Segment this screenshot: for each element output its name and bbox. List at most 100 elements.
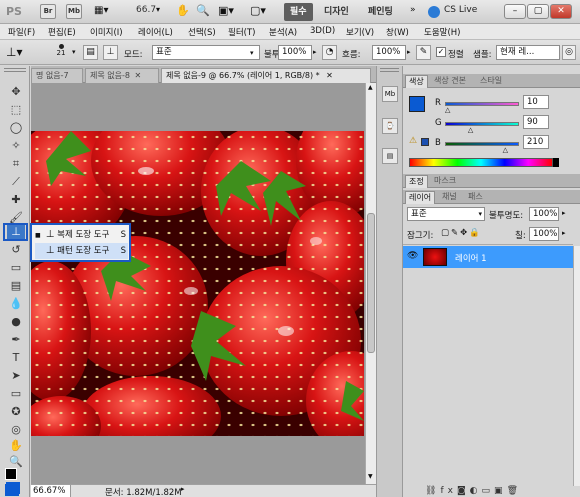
r-slider-handle[interactable]: △ bbox=[445, 106, 450, 114]
chevron-down-icon[interactable]: ▾ bbox=[72, 48, 76, 56]
tab-document-9[interactable]: 제목 없음-9 @ 66.7% (레이어 1, RGB/8) * ✕ bbox=[161, 68, 371, 83]
menu-layer[interactable]: 레이어(L) bbox=[138, 26, 173, 38]
move-tool-icon[interactable]: ✥ bbox=[7, 84, 25, 100]
quick-select-tool-icon[interactable]: ✧ bbox=[7, 138, 25, 154]
layer-row[interactable]: 👁 레이어 1 bbox=[403, 246, 573, 268]
close-icon[interactable]: ✕ bbox=[326, 71, 333, 80]
menu-analysis[interactable]: 분석(A) bbox=[269, 26, 297, 38]
flyout-item-clone-stamp[interactable]: ■ ⊥ 복제 도장 도구 S bbox=[35, 227, 128, 243]
history-brush-tool-icon[interactable]: ↺ bbox=[7, 242, 25, 258]
delete-layer-icon[interactable]: 🗑 bbox=[507, 486, 522, 496]
hand-tool-icon[interactable]: ✋ bbox=[176, 4, 190, 17]
history-panel-icon[interactable]: ⌚ bbox=[382, 118, 398, 134]
menu-file[interactable]: 파일(F) bbox=[8, 26, 35, 38]
zoom-level-select[interactable]: 66.7 bbox=[136, 5, 156, 15]
minimize-button[interactable]: – bbox=[504, 4, 526, 19]
document-image-strawberries[interactable] bbox=[31, 131, 364, 436]
adjustment-layer-icon[interactable]: ◐ bbox=[470, 486, 482, 496]
mode-select[interactable]: 표준 bbox=[152, 45, 260, 60]
dock-grip[interactable] bbox=[380, 68, 399, 72]
sample-select[interactable]: 현재 레... bbox=[496, 45, 560, 60]
3d-rotate-tool-icon[interactable]: ✪ bbox=[7, 404, 25, 420]
toggle-clone-source-icon[interactable]: ⊥ bbox=[103, 45, 118, 60]
brush-preset-picker[interactable]: 21 bbox=[52, 42, 70, 62]
lasso-tool-icon[interactable]: ◯ bbox=[7, 120, 25, 136]
flyout-item-pattern-stamp[interactable]: ⊥ 패턴 도장 도구 S bbox=[35, 243, 128, 259]
workspace-design-button[interactable]: 디자인 bbox=[318, 3, 355, 21]
color-spectrum-ramp[interactable] bbox=[409, 158, 553, 167]
aligned-checkbox[interactable]: ✓ bbox=[436, 47, 446, 57]
close-button[interactable]: ✕ bbox=[550, 4, 572, 19]
airbrush-icon[interactable]: ✎ bbox=[416, 45, 431, 60]
r-value-input[interactable]: 10 bbox=[523, 95, 549, 109]
blend-mode-select[interactable]: 표준 ▾ bbox=[407, 207, 485, 221]
link-layers-icon[interactable]: ⛓ bbox=[425, 486, 440, 496]
layers-scrollbar[interactable] bbox=[573, 246, 580, 486]
pen-tool-icon[interactable]: ✒ bbox=[7, 332, 25, 348]
status-menu-arrow-icon[interactable]: ▸ bbox=[181, 485, 185, 493]
fill-input[interactable]: 100% bbox=[529, 227, 559, 241]
arrange-documents-icon[interactable]: ▣▾ bbox=[218, 4, 234, 17]
opacity-input[interactable]: 100% bbox=[278, 45, 312, 60]
menu-edit[interactable]: 편집(E) bbox=[48, 26, 76, 38]
layer-style-icon[interactable]: fx bbox=[440, 486, 457, 496]
menu-image[interactable]: 이미지(I) bbox=[90, 26, 123, 38]
lock-options-icons[interactable]: ▢✎✥🔒 bbox=[441, 228, 482, 238]
new-layer-icon[interactable]: ▣ bbox=[494, 486, 507, 496]
foreground-color-swatch[interactable] bbox=[409, 96, 425, 112]
tab-paths[interactable]: 패스 bbox=[465, 191, 486, 204]
g-value-input[interactable]: 90 bbox=[523, 115, 549, 129]
g-slider[interactable] bbox=[445, 122, 519, 126]
clone-stamp-preset-icon[interactable]: ⊥▾ bbox=[6, 45, 22, 59]
tab-channels[interactable]: 채널 bbox=[439, 191, 460, 204]
foreground-color-swatch[interactable] bbox=[5, 468, 17, 480]
crop-tool-icon[interactable]: ⌗ bbox=[7, 156, 25, 172]
zoom-tool-icon[interactable]: 🔍 bbox=[196, 4, 210, 17]
tab-adjustments[interactable]: 조정 bbox=[405, 175, 428, 188]
flow-input[interactable]: 100% bbox=[372, 45, 406, 60]
shape-tool-icon[interactable]: ▭ bbox=[7, 386, 25, 402]
launch-minibridge-button[interactable]: Mb bbox=[66, 4, 82, 19]
type-tool-icon[interactable]: T bbox=[7, 350, 25, 366]
minibridge-panel-icon[interactable]: Mb bbox=[382, 86, 398, 102]
ignore-adjustment-layers-icon[interactable]: ◎ bbox=[562, 45, 576, 60]
dodge-tool-icon[interactable]: ● bbox=[7, 314, 25, 330]
new-group-icon[interactable]: ▭ bbox=[482, 486, 495, 496]
menu-select[interactable]: 선택(S) bbox=[188, 26, 216, 38]
tab-color[interactable]: 색상 bbox=[405, 75, 428, 88]
b-value-input[interactable]: 210 bbox=[523, 135, 549, 149]
out-of-gamut-warning-icon[interactable]: ⚠ bbox=[409, 136, 417, 146]
chevron-down-icon[interactable]: ▾ bbox=[156, 5, 160, 14]
menu-filter[interactable]: 필터(T) bbox=[228, 26, 255, 38]
eraser-tool-icon[interactable]: ▭ bbox=[7, 260, 25, 276]
toolbox-grip[interactable] bbox=[4, 68, 26, 72]
layer-name[interactable]: 레이어 1 bbox=[455, 252, 487, 264]
view-extras-icon[interactable]: ▦▾ bbox=[94, 5, 108, 16]
menu-help[interactable]: 도움말(H) bbox=[424, 26, 460, 38]
tab-swatches[interactable]: 색상 견본 bbox=[431, 75, 469, 88]
screen-mode-icon[interactable]: ▢▾ bbox=[250, 4, 266, 17]
zoom-status-field[interactable]: 66.67% bbox=[31, 485, 71, 497]
3d-orbit-tool-icon[interactable]: ◎ bbox=[7, 422, 25, 438]
r-slider[interactable] bbox=[445, 102, 519, 106]
scroll-down-icon[interactable]: ▼ bbox=[368, 473, 373, 480]
properties-panel-icon[interactable]: ▤ bbox=[382, 148, 398, 164]
tab-layers[interactable]: 레이어 bbox=[405, 191, 436, 204]
eyedropper-tool-icon[interactable]: ⟋ bbox=[7, 174, 25, 190]
tab-document-8[interactable]: 제목 없음-8 ✕ bbox=[85, 68, 159, 83]
menu-view[interactable]: 보기(V) bbox=[346, 26, 374, 38]
fill-arrow-icon[interactable]: ▸ bbox=[562, 229, 566, 237]
more-workspaces-icon[interactable]: » bbox=[410, 5, 416, 15]
change-screen-mode-icon[interactable] bbox=[5, 484, 19, 496]
hand-tool-icon[interactable]: ✋ bbox=[7, 438, 25, 454]
add-mask-icon[interactable]: ◙ bbox=[457, 486, 470, 496]
workspace-essentials-button[interactable]: 필수 bbox=[284, 3, 313, 21]
tab-document-7[interactable]: 명 없음-7 bbox=[31, 68, 83, 83]
scrollbar-thumb[interactable] bbox=[367, 213, 375, 353]
g-slider-handle[interactable]: △ bbox=[468, 126, 473, 134]
vertical-scrollbar[interactable]: ▲ ▼ bbox=[365, 83, 376, 484]
healing-brush-tool-icon[interactable]: ✚ bbox=[7, 192, 25, 208]
tab-styles[interactable]: 스타일 bbox=[477, 75, 505, 88]
menu-window[interactable]: 창(W) bbox=[386, 26, 409, 38]
marquee-tool-icon[interactable]: ⬚ bbox=[7, 102, 25, 118]
